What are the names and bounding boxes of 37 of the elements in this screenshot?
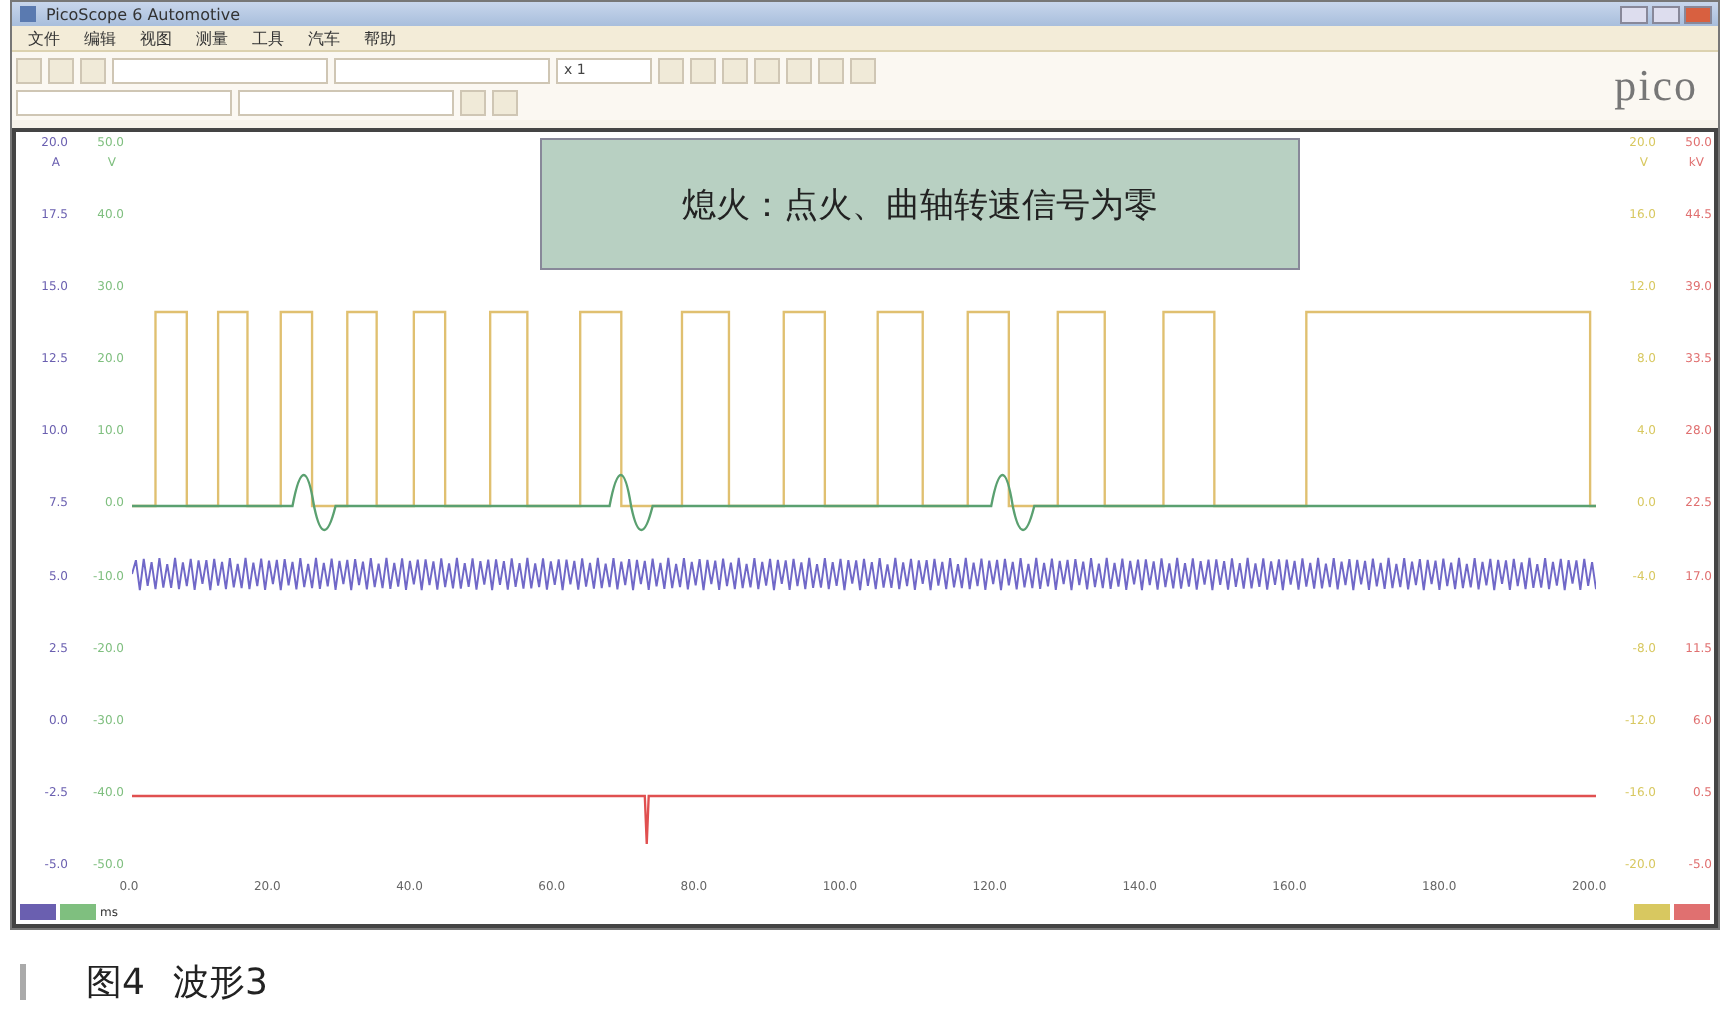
channel-chip[interactable] [1634, 904, 1670, 920]
toolbar-button[interactable] [658, 57, 684, 83]
toolbar-button[interactable] [690, 57, 716, 83]
menu-item[interactable]: 汽车 [308, 27, 340, 49]
menu-item[interactable]: 帮助 [364, 27, 396, 49]
menu-item[interactable]: 工具 [252, 27, 284, 49]
app-icon [18, 4, 38, 24]
channel-chip[interactable] [1674, 904, 1710, 920]
caption-marker [20, 964, 26, 1000]
dropdown-field[interactable] [112, 57, 328, 83]
menu-item[interactable]: 编辑 [84, 27, 116, 49]
channel-a-field[interactable] [16, 89, 232, 115]
menu-item[interactable]: 视图 [140, 27, 172, 49]
annotation-banner: 熄火：点火、曲轴转速信号为零 [540, 138, 1300, 270]
toolbar-button[interactable] [754, 57, 780, 83]
channel-chip[interactable] [20, 904, 56, 920]
logo: pico [1614, 60, 1698, 112]
channel-b-field[interactable] [238, 89, 454, 115]
menu-item[interactable]: 文件 [28, 27, 60, 49]
toolbar-button[interactable] [492, 89, 518, 115]
figure-number: 图4 [86, 960, 145, 1006]
toolbar-button[interactable] [48, 57, 74, 83]
close-button[interactable] [1684, 5, 1712, 23]
maximize-button[interactable] [1652, 5, 1680, 23]
page-field[interactable] [334, 57, 550, 83]
minimize-button[interactable] [1620, 5, 1648, 23]
toolbar-button[interactable] [850, 57, 876, 83]
toolbar-button[interactable] [786, 57, 812, 83]
channel-chip[interactable] [60, 904, 96, 920]
toolbar-button[interactable] [80, 57, 106, 83]
window-title: PicoScope 6 Automotive [46, 5, 242, 23]
toolbar-button[interactable] [818, 57, 844, 83]
figure-title: 波形3 [172, 960, 268, 1006]
toolbar-button[interactable] [16, 57, 42, 83]
toolbar-button[interactable] [722, 57, 748, 83]
toolbar-button[interactable] [460, 89, 486, 115]
menu-item[interactable]: 测量 [196, 27, 228, 49]
